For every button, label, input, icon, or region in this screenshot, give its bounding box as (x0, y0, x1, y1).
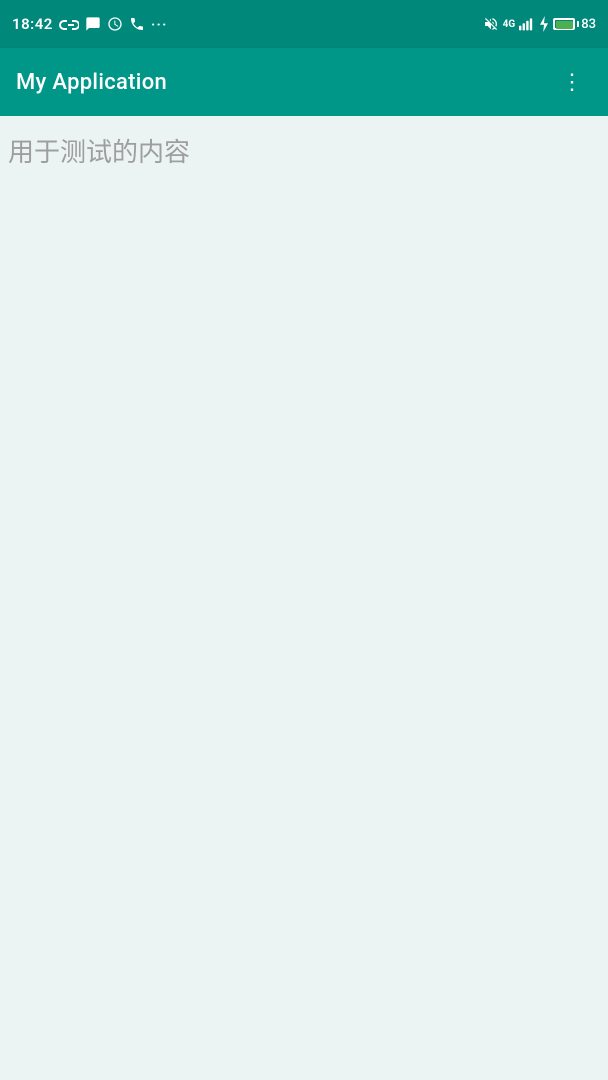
clock-icon (107, 16, 123, 32)
content-area: 用于测试的内容 (0, 116, 608, 1080)
mute-icon (483, 16, 499, 32)
overflow-menu-button[interactable]: ⋮ (553, 62, 592, 103)
status-time: 18:42 (12, 15, 53, 33)
status-bar-left: 18:42 ··· (12, 15, 167, 34)
battery-level: 83 (581, 17, 596, 32)
network-type-icon: 4G (503, 19, 516, 30)
charging-icon (539, 16, 549, 32)
app-bar-title: My Application (16, 70, 167, 95)
more-status-icon: ··· (151, 15, 168, 34)
content-text: 用于测试的内容 (8, 138, 190, 168)
signal-bars-icon (519, 17, 535, 31)
link-icon (59, 17, 79, 31)
status-bar: 18:42 ··· 4G (0, 0, 608, 48)
battery-container: 83 (553, 17, 596, 32)
app-bar: My Application ⋮ (0, 48, 608, 116)
phone-icon (129, 16, 145, 32)
chat-icon (85, 16, 101, 32)
status-bar-right: 4G 83 (483, 16, 596, 32)
